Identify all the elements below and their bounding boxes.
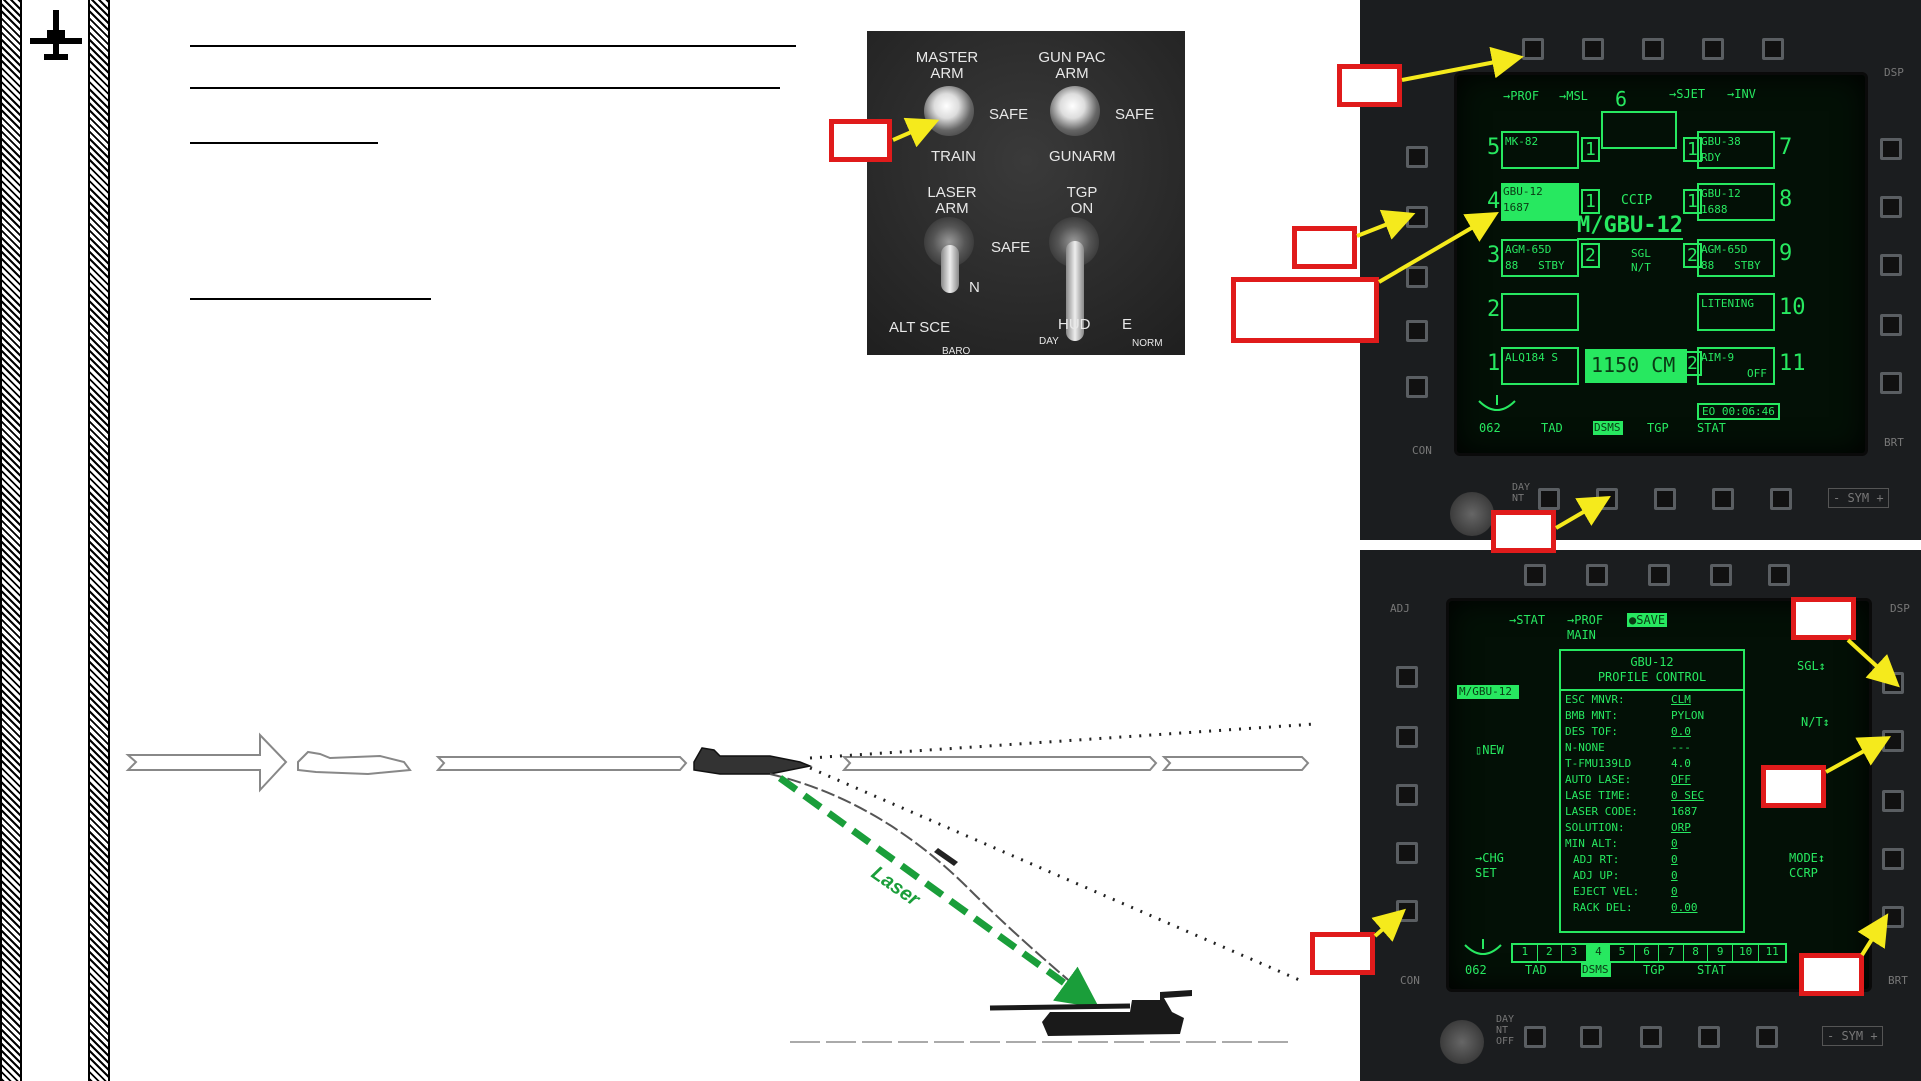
aircraft-silhouette bbox=[693, 747, 813, 775]
arrow-nt bbox=[1825, 736, 1892, 774]
arrow-chg-set bbox=[1371, 908, 1407, 942]
flight-arrow-3 bbox=[841, 756, 1158, 771]
laser-label: Laser bbox=[867, 862, 924, 911]
aircraft-ghost-outline bbox=[297, 750, 412, 776]
arrow-master-arm bbox=[892, 117, 940, 148]
arrow-station-4-osb bbox=[1356, 209, 1416, 240]
bomb-icon bbox=[934, 848, 958, 866]
arrow-prof bbox=[1401, 46, 1524, 82]
flight-path-dotted bbox=[809, 722, 1316, 760]
arrow-mode bbox=[1857, 913, 1889, 957]
delivery-diagram: Laser bbox=[125, 722, 1316, 1043]
flight-arrow-2 bbox=[435, 756, 688, 771]
laser-beam bbox=[777, 775, 1100, 1009]
arrow-dsms bbox=[1554, 495, 1611, 530]
arrow-station-4-box bbox=[1377, 211, 1499, 284]
tank-barrel bbox=[989, 1003, 1131, 1011]
arrow-sgl bbox=[1846, 638, 1900, 688]
flight-arrow-1 bbox=[125, 732, 288, 793]
flight-arrow-4 bbox=[1161, 756, 1310, 771]
tank-icon bbox=[1042, 990, 1192, 1036]
